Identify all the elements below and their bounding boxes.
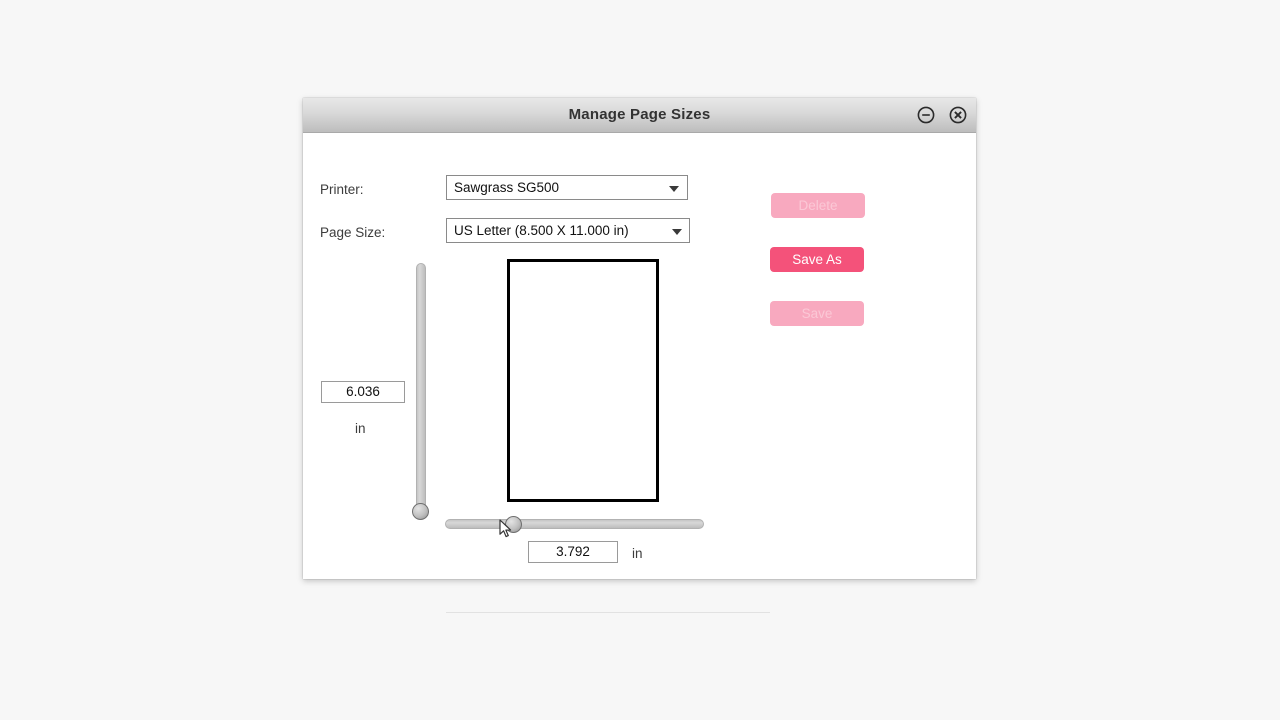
printer-label: Printer: (320, 182, 364, 197)
page-width-slider-track[interactable] (445, 519, 704, 529)
page-size-dropdown[interactable]: US Letter (8.500 X 11.000 in) (446, 218, 690, 243)
page-width-slider[interactable] (445, 516, 704, 533)
page-size-label: Page Size: (320, 225, 386, 240)
page-height-input[interactable]: 6.036 (321, 381, 405, 403)
page-width-input[interactable]: 3.792 (528, 541, 618, 563)
chevron-down-icon (672, 229, 682, 235)
dialog-body: Printer: Sawgrass SG500 Page Size: US Le… (303, 133, 976, 579)
save-button[interactable]: Save (770, 301, 864, 326)
close-button[interactable] (949, 106, 967, 124)
dialog-title: Manage Page Sizes (568, 106, 711, 123)
save-as-button[interactable]: Save As (770, 247, 864, 272)
page-width-slider-knob[interactable] (505, 516, 522, 533)
manage-page-sizes-dialog: Manage Page Sizes Printer: Sawgrass SG50… (303, 98, 976, 579)
background-divider-rule (446, 612, 770, 613)
page-height-slider[interactable] (412, 263, 429, 520)
circle-minus-icon (917, 106, 935, 124)
printer-selected-value: Sawgrass SG500 (454, 180, 560, 195)
page-preview-rectangle (507, 259, 659, 502)
page-height-slider-knob[interactable] (412, 503, 429, 520)
page-height-slider-track[interactable] (416, 263, 426, 515)
delete-button[interactable]: Delete (771, 193, 865, 218)
page-size-selected-value: US Letter (8.500 X 11.000 in) (454, 223, 629, 238)
printer-dropdown[interactable]: Sawgrass SG500 (446, 175, 688, 200)
page-height-unit-label: in (355, 421, 366, 436)
minimize-button[interactable] (917, 106, 935, 124)
dialog-titlebar: Manage Page Sizes (303, 98, 976, 133)
chevron-down-icon (669, 186, 679, 192)
circle-x-icon (949, 106, 967, 124)
page-width-unit-label: in (632, 546, 643, 561)
